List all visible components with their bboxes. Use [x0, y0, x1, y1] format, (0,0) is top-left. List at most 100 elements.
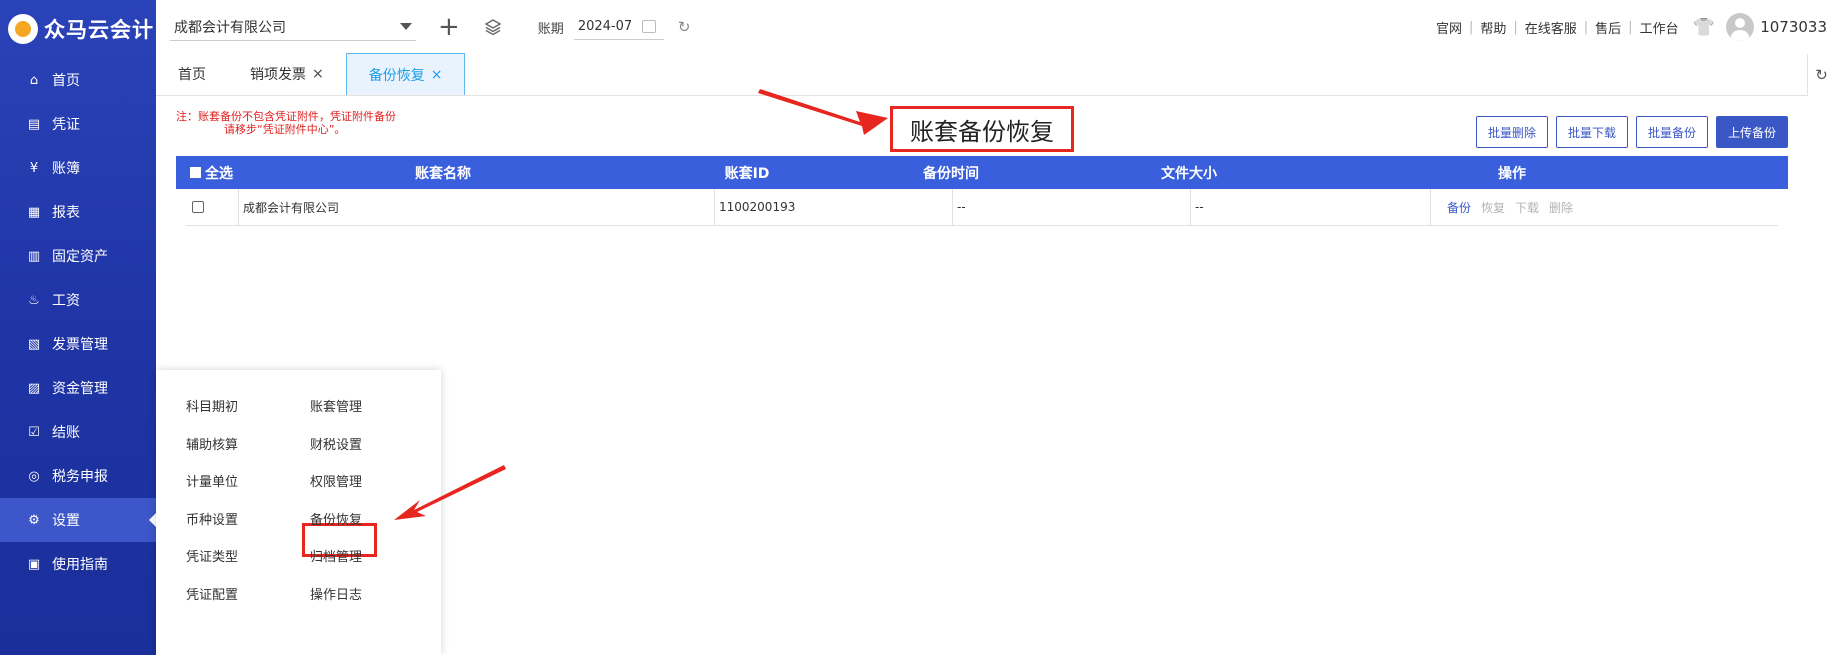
settings-menu-item[interactable]: 币种设置	[186, 509, 238, 528]
sidebar-item-label: 设置	[52, 513, 80, 529]
sidebar-item-home[interactable]: ⌂ 首页	[0, 58, 156, 102]
note-line-2: 请移步“凭证附件中心”。	[224, 123, 346, 136]
cell-operations: 备份 恢复 下载 删除	[1430, 188, 1778, 226]
sidebar-item-tax[interactable]: ◎ 税务申报	[0, 454, 156, 498]
sidebar-item-report[interactable]: ▦ 报表	[0, 190, 156, 234]
cell-account-id: 1100200193	[714, 188, 952, 226]
sidebar-item-label: 税务申报	[52, 469, 108, 485]
cell-file-size: --	[1190, 188, 1430, 226]
row-checkbox[interactable]	[192, 201, 204, 213]
op-link-0[interactable]: 备份	[1447, 199, 1471, 216]
settings-menu-item[interactable]: 科目期初	[186, 396, 238, 415]
sidebar-item-ledger[interactable]: ¥ 账簿	[0, 146, 156, 190]
sidebar-item-settings[interactable]: ⚙ 设置	[0, 498, 156, 542]
chevron-down-icon	[400, 23, 412, 30]
sidebar-item-label: 首页	[52, 73, 80, 89]
layers-icon[interactable]	[484, 18, 502, 36]
tab-refresh-icon[interactable]: ↻	[1807, 54, 1835, 96]
close-icon[interactable]: ×	[431, 67, 443, 83]
action-button-2[interactable]: 批量备份	[1635, 116, 1708, 148]
ledger-icon: ¥	[29, 160, 39, 176]
sidebar: 众马云会计 ⌂ 首页 ▤ 凭证 ¥ 账簿 ▦ 报表 ▥ 固定资产 ♨ 工资 ▧ 发票管理 ▨ 资金管理 ☑ 结账 ◎…	[0, 0, 156, 655]
top-link[interactable]: 在线客服	[1525, 18, 1577, 37]
sidebar-item-voucher[interactable]: ▤ 凭证	[0, 102, 156, 146]
select-all-label: 全选	[205, 165, 233, 182]
sidebar-item-invoice[interactable]: ▧ 发票管理	[0, 322, 156, 366]
period-picker[interactable]: 2024-07	[573, 14, 664, 40]
sidebar-item-label: 发票管理	[52, 337, 108, 353]
sidebar-item-label: 账簿	[52, 161, 80, 177]
top-link[interactable]: 工作台	[1640, 18, 1679, 37]
logo-icon	[8, 14, 38, 44]
refresh-icon[interactable]: ↻	[678, 18, 691, 36]
top-links: 官网 | 帮助 | 在线客服 | 售后 | 工作台 👕	[1436, 17, 1715, 38]
link-separator: |	[1513, 19, 1518, 35]
settings-menu-item[interactable]: 计量单位	[186, 471, 238, 490]
settings-menu-item[interactable]: 凭证类型	[186, 546, 238, 565]
settings-menu-item[interactable]: 操作日志	[310, 584, 362, 603]
settings-icon: ⚙	[28, 512, 40, 528]
link-separator: |	[1583, 19, 1589, 35]
top-link[interactable]: 售后	[1595, 18, 1621, 37]
user-menu[interactable]: 1073033	[1726, 13, 1827, 41]
action-button-1[interactable]: 批量下载	[1555, 116, 1628, 148]
brand-logo[interactable]: 众马云会计	[0, 0, 156, 58]
col-header-file-size: 文件大小	[1161, 165, 1217, 182]
tax-icon: ◎	[28, 468, 40, 484]
sidebar-item-close-account[interactable]: ☑ 结账	[0, 410, 156, 454]
settings-menu-item[interactable]: 账套管理	[310, 396, 362, 415]
settings-menu-item[interactable]: 辅助核算	[186, 434, 238, 453]
select-all[interactable]: 全选	[176, 163, 238, 183]
sidebar-item-guide[interactable]: ▣ 使用指南	[0, 542, 156, 586]
op-link-2[interactable]: 下载	[1515, 199, 1539, 216]
sidebar-item-salary[interactable]: ♨ 工资	[0, 278, 156, 322]
table-header: 全选 账套名称 账套ID 备份时间 文件大小 操作	[176, 156, 1788, 189]
tab-1[interactable]: 销项发票 ×	[228, 53, 346, 95]
action-button-0[interactable]: 批量删除	[1475, 116, 1548, 148]
settings-flyout-menu: 科目期初辅助核算计量单位币种设置凭证类型凭证配置 账套管理财税设置权限管理备份恢复…	[156, 370, 441, 655]
tab-2[interactable]: 备份恢复 ×	[345, 53, 466, 95]
close-icon[interactable]: ×	[312, 66, 324, 82]
sidebar-item-label: 结账	[52, 425, 80, 441]
select-all-checkbox[interactable]	[190, 167, 201, 178]
report-icon: ▦	[27, 204, 41, 220]
close-account-icon: ☑	[28, 424, 40, 440]
settings-menu-item[interactable]: 财税设置	[310, 434, 362, 453]
settings-menu-item-backup-restore[interactable]: 备份恢复	[310, 509, 362, 528]
avatar	[1726, 13, 1755, 41]
cell-backup-time: --	[952, 188, 1190, 226]
plus-icon[interactable]: +	[438, 14, 460, 40]
tab-bar: 首页 销项发票 × 备份恢复 ×	[156, 53, 1807, 96]
sidebar-nav: ⌂ 首页 ▤ 凭证 ¥ 账簿 ▦ 报表 ▥ 固定资产 ♨ 工资 ▧ 发票管理 ▨ 资金管理 ☑ 结账 ◎ 税务申报 ⚙ 设…	[0, 58, 156, 586]
asset-icon: ▥	[27, 248, 41, 264]
op-link-1[interactable]: 恢复	[1481, 199, 1505, 216]
page-title: 账套备份恢复	[890, 106, 1074, 152]
settings-menu-item[interactable]: 凭证配置	[186, 584, 238, 603]
sidebar-item-label: 工资	[52, 293, 80, 309]
backup-note: 注：账套备份不包含凭证附件，凭证附件备份 请移步“凭证附件中心”。	[176, 110, 396, 136]
col-header-id: 账套ID	[724, 165, 770, 182]
top-link[interactable]: 官网	[1436, 18, 1462, 37]
col-header-operations: 操作	[1498, 165, 1526, 182]
period-value: 2024-07	[577, 19, 633, 34]
sidebar-item-label: 固定资产	[52, 249, 108, 265]
fund-icon: ▨	[27, 380, 41, 396]
action-button-3[interactable]: 上传备份	[1715, 116, 1788, 148]
row-checkbox-cell	[186, 189, 238, 226]
tab-0[interactable]: 首页	[156, 53, 228, 95]
period-label: 账期	[537, 21, 564, 37]
top-link[interactable]: 帮助	[1480, 18, 1506, 37]
sidebar-item-label: 报表	[52, 205, 80, 221]
op-link-3[interactable]: 删除	[1549, 199, 1573, 216]
settings-menu-item[interactable]: 权限管理	[310, 471, 362, 490]
tab-label: 备份恢复	[368, 67, 425, 84]
sidebar-item-label: 使用指南	[52, 557, 108, 573]
invoice-icon: ▧	[27, 336, 41, 352]
settings-menu-item[interactable]: 归档管理	[310, 546, 362, 565]
skin-icon[interactable]: 👕	[1693, 17, 1715, 38]
company-select[interactable]: 成都会计有限公司	[170, 13, 416, 41]
tab-label: 销项发票	[250, 67, 306, 83]
sidebar-item-asset[interactable]: ▥ 固定资产	[0, 234, 156, 278]
sidebar-item-fund[interactable]: ▨ 资金管理	[0, 366, 156, 410]
note-line-1: 注：账套备份不包含凭证附件，凭证附件备份	[176, 110, 396, 123]
